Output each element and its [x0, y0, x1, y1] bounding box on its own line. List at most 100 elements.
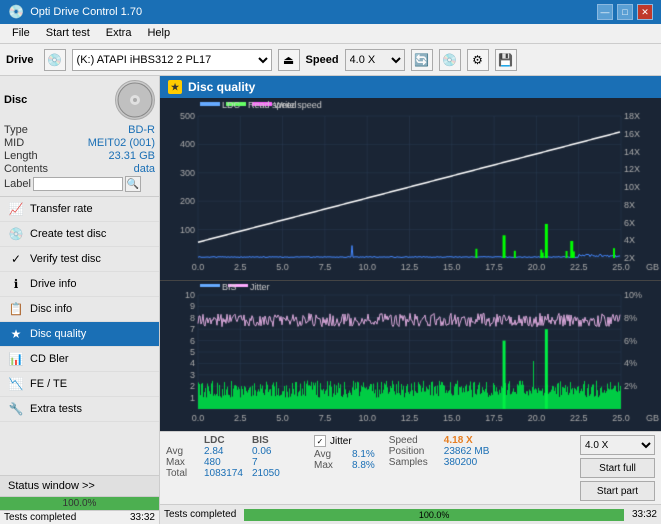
sidebar-item-create-test-disc[interactable]: 💿 Create test disc	[0, 222, 159, 247]
speed-section: Speed 4.18 X Position 23862 MB Samples 3…	[389, 435, 490, 468]
sidebar-item-label: FE / TE	[30, 378, 67, 390]
disc-mid-row: MID MEIT02 (001)	[4, 137, 155, 149]
content-area: ★ Disc quality LDC BIS	[160, 76, 661, 524]
bis-avg: 0.06	[252, 446, 300, 457]
sidebar: Disc Type BD-R MID MEIT02 (001) Length	[0, 76, 160, 524]
sidebar-item-label: Create test disc	[30, 228, 106, 240]
bottom-chart-canvas	[160, 281, 661, 431]
sidebar-item-cd-bler[interactable]: 📊 CD Bler	[0, 347, 159, 372]
title-bar-left: 💿 Opti Drive Control 1.70	[8, 4, 142, 20]
speed-select[interactable]: 4.0 X	[345, 49, 405, 71]
ldc-max: 480	[204, 457, 252, 468]
sidebar-status: Tests completed 33:32	[0, 510, 159, 524]
jitter-label: Jitter	[330, 436, 352, 447]
toolbar: Drive 💿 (K:) ATAPI iHBS312 2 PL17 ⏏ Spee…	[0, 44, 661, 76]
transfer-rate-icon: 📈	[8, 201, 24, 217]
disc-quality-icon: ★	[8, 326, 24, 342]
sidebar-item-drive-info[interactable]: ℹ Drive info	[0, 272, 159, 297]
position-label: Position	[389, 446, 444, 457]
disc-label-input[interactable]	[33, 177, 123, 191]
save-button[interactable]: 💾	[495, 49, 517, 71]
disc-length-row: Length 23.31 GB	[4, 150, 155, 162]
stats-speed-select[interactable]: 4.0 X	[580, 435, 655, 455]
close-button[interactable]: ✕	[637, 4, 653, 20]
chart-top	[160, 98, 661, 281]
menu-file[interactable]: File	[4, 26, 38, 41]
menu-extra[interactable]: Extra	[98, 26, 140, 41]
total-label: Total	[166, 468, 204, 479]
sidebar-item-label: CD Bler	[30, 353, 69, 365]
drive-info-icon: ℹ	[8, 276, 24, 292]
status-window-label: Status window >>	[8, 480, 95, 492]
sidebar-item-verify-test-disc[interactable]: ✓ Verify test disc	[0, 247, 159, 272]
start-full-button[interactable]: Start full	[580, 458, 655, 478]
drive-icon-btn[interactable]: 💿	[44, 49, 66, 71]
eject-button[interactable]: ⏏	[278, 49, 300, 71]
maximize-button[interactable]: □	[617, 4, 633, 20]
max-label: Max	[166, 457, 204, 468]
jitter-max-label: Max	[314, 460, 352, 471]
disc-contents-value: data	[134, 163, 155, 175]
jitter-max: 8.8%	[352, 460, 375, 471]
samples-label: Samples	[389, 457, 444, 468]
disc-type-label: Type	[4, 124, 28, 136]
cd-bler-icon: 📊	[8, 351, 24, 367]
sidebar-item-label: Verify test disc	[30, 253, 101, 265]
app-title: Opti Drive Control 1.70	[30, 6, 142, 18]
jitter-section: ✓ Jitter Avg 8.1% Max 8.8%	[314, 435, 375, 471]
disc-label-btn[interactable]: 🔍	[125, 176, 141, 192]
bottom-progress-text: 100.0%	[244, 509, 624, 521]
disc-length-label: Length	[4, 150, 38, 162]
dq-title: Disc quality	[188, 80, 255, 94]
disc-icon	[115, 80, 155, 120]
jitter-checkbox[interactable]: ✓	[314, 435, 326, 447]
disc-quality-header: ★ Disc quality	[160, 76, 661, 98]
stats-table: LDC BIS Avg 2.84 0.06 Max 480 7 Total	[166, 435, 300, 479]
status-window-button[interactable]: Status window >>	[0, 475, 159, 496]
bis-max: 7	[252, 457, 300, 468]
ldc-total: 1083174	[204, 468, 252, 479]
bottom-bar: Tests completed 100.0% 33:32	[160, 504, 661, 524]
bis-total: 21050	[252, 468, 300, 479]
sidebar-item-label: Extra tests	[30, 403, 82, 415]
speed-label-stat: Speed	[389, 435, 444, 446]
title-bar-controls: — □ ✕	[597, 4, 653, 20]
minimize-button[interactable]: —	[597, 4, 613, 20]
action-section: 4.0 X Start full Start part	[580, 435, 655, 501]
nav-items: 📈 Transfer rate 💿 Create test disc ✓ Ver…	[0, 197, 159, 475]
menu-help[interactable]: Help	[139, 26, 178, 41]
settings-button[interactable]: ⚙	[467, 49, 489, 71]
sidebar-item-disc-quality[interactable]: ★ Disc quality	[0, 322, 159, 347]
sidebar-item-label: Transfer rate	[30, 203, 93, 215]
extra-tests-icon: 🔧	[8, 401, 24, 417]
sidebar-item-transfer-rate[interactable]: 📈 Transfer rate	[0, 197, 159, 222]
sidebar-item-label: Disc quality	[30, 328, 86, 340]
disc-type-row: Type BD-R	[4, 124, 155, 136]
speed-label: Speed	[306, 54, 339, 66]
title-bar: 💿 Opti Drive Control 1.70 — □ ✕	[0, 0, 661, 24]
charts-container	[160, 98, 661, 431]
sidebar-item-extra-tests[interactable]: 🔧 Extra tests	[0, 397, 159, 422]
create-test-disc-icon: 💿	[8, 226, 24, 242]
disc-button[interactable]: 💿	[439, 49, 461, 71]
disc-label-label: Label	[4, 178, 31, 190]
drive-select[interactable]: (K:) ATAPI iHBS312 2 PL17	[72, 49, 272, 71]
ldc-header: LDC	[204, 435, 252, 446]
menu-start-test[interactable]: Start test	[38, 26, 98, 41]
refresh-button[interactable]: 🔄	[411, 49, 433, 71]
sidebar-item-disc-info[interactable]: 📋 Disc info	[0, 297, 159, 322]
sidebar-item-fe-te[interactable]: 📉 FE / TE	[0, 372, 159, 397]
fe-te-icon: 📉	[8, 376, 24, 392]
status-text: Tests completed	[4, 512, 76, 523]
drive-label: Drive	[6, 54, 34, 66]
sidebar-progress-bar: 100.0%	[0, 496, 159, 510]
disc-contents-label: Contents	[4, 163, 48, 175]
bottom-status-text: Tests completed	[164, 509, 236, 520]
position-value: 23862 MB	[444, 446, 490, 457]
disc-mid-value: MEIT02 (001)	[88, 137, 155, 149]
start-part-button[interactable]: Start part	[580, 481, 655, 501]
menu-bar: File Start test Extra Help	[0, 24, 661, 44]
bottom-time: 33:32	[632, 509, 657, 520]
disc-label-row: Label 🔍	[4, 176, 155, 192]
verify-test-disc-icon: ✓	[8, 251, 24, 267]
